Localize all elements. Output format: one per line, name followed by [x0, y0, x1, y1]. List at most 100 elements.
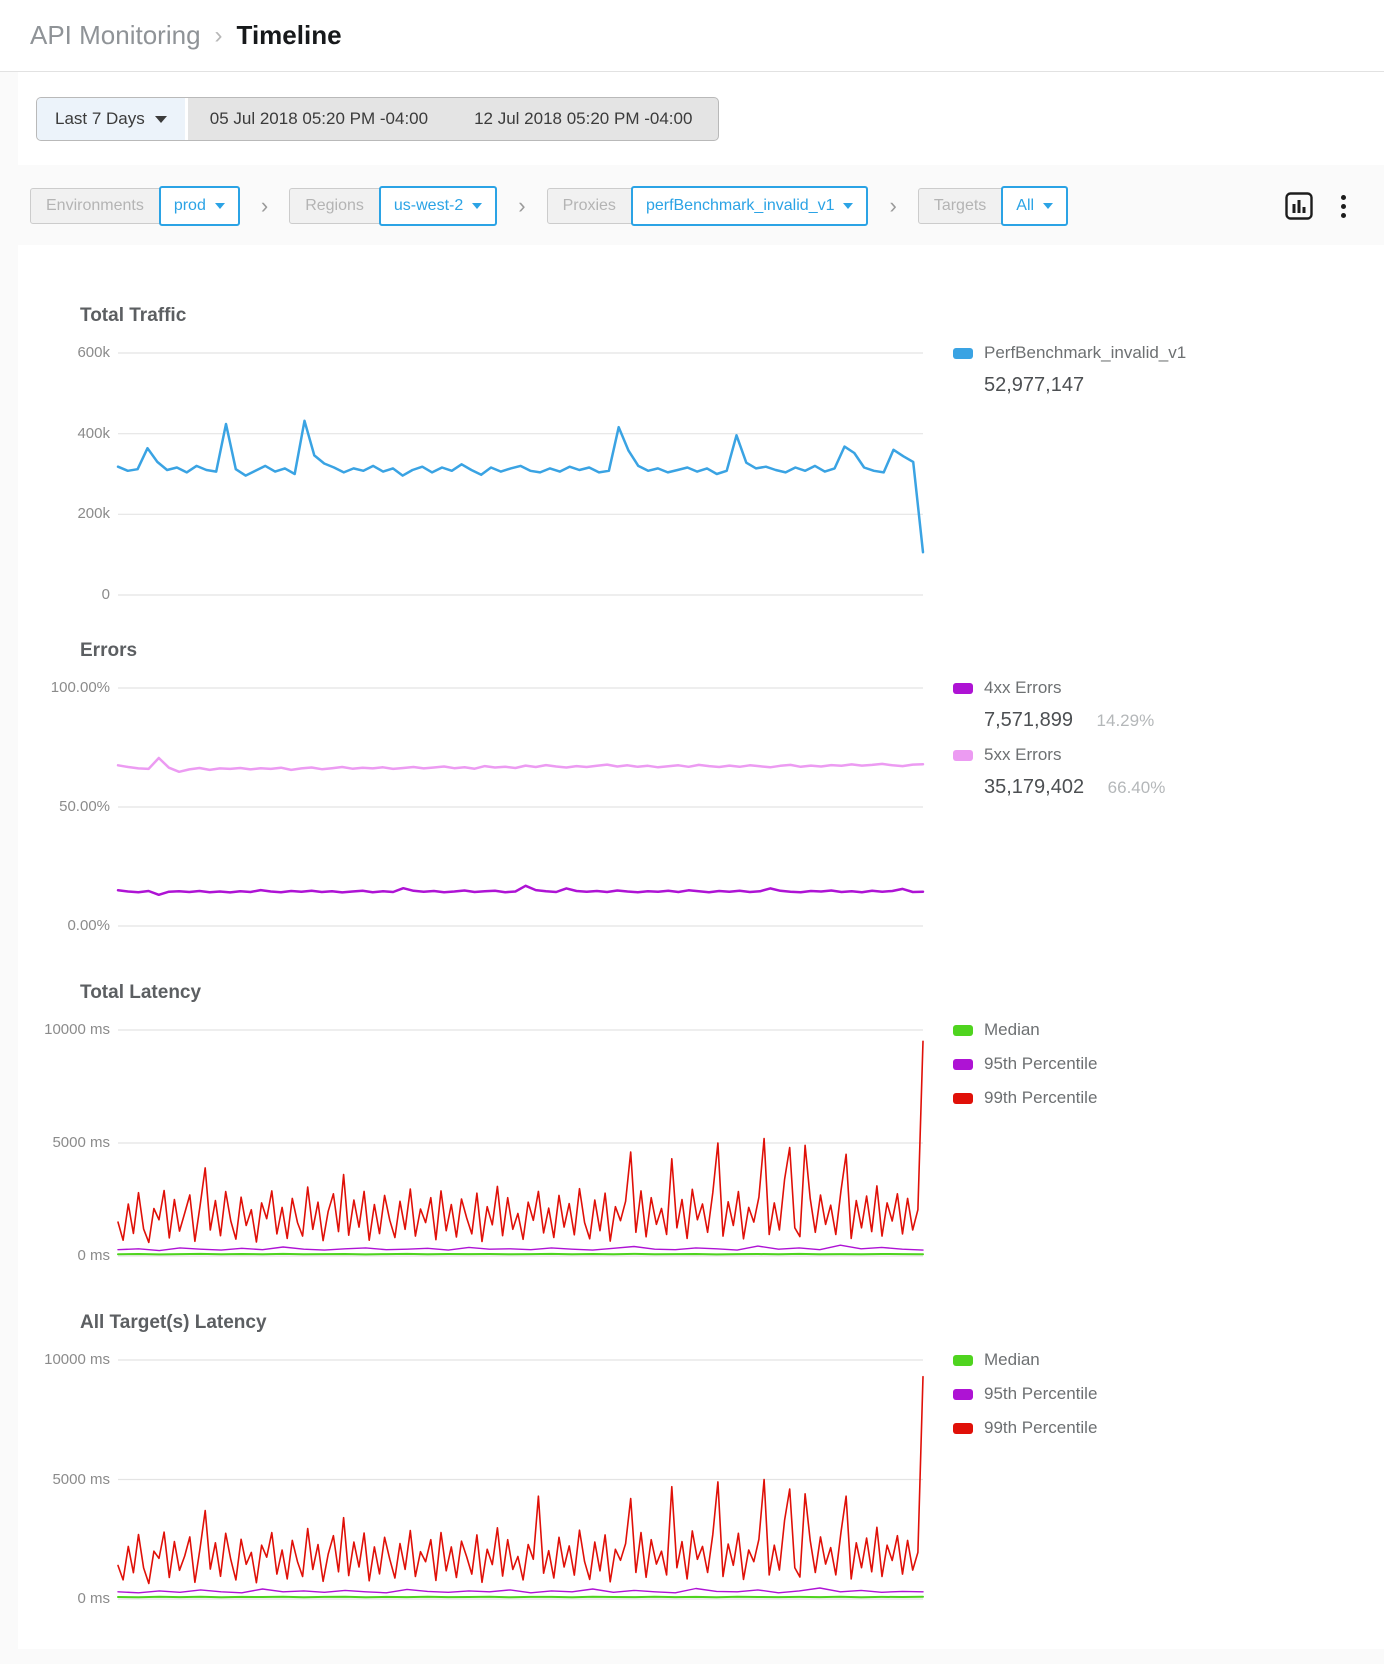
legend-item-median[interactable]: Median — [953, 1349, 1097, 1371]
y-tick: 10000 ms — [44, 1021, 110, 1038]
filter-group-proxies: Proxies perfBenchmark_invalid_v1 — [547, 186, 869, 226]
legend-label: Median — [984, 1350, 1040, 1370]
targets-label: Targets — [918, 188, 1002, 224]
y-tick: 0 — [102, 586, 110, 603]
proxies-value: perfBenchmark_invalid_v1 — [646, 197, 835, 215]
legend-label: PerfBenchmark_invalid_v1 — [984, 343, 1186, 363]
total-latency-plot-area[interactable] — [118, 1030, 923, 1256]
chevron-down-icon — [472, 203, 482, 209]
legend-swatch — [953, 348, 973, 359]
bar-chart-icon[interactable] — [1285, 192, 1313, 220]
targets-dropdown[interactable]: All — [1001, 186, 1068, 226]
all-targets-latency-plot-area[interactable] — [118, 1360, 923, 1599]
all-targets-latency-chart: All Target(s) Latency 10000 ms 5000 ms 0… — [18, 1312, 1384, 1599]
errors-5xx-value: 35,179,402 66.40% — [984, 776, 1165, 799]
proxies-dropdown[interactable]: perfBenchmark_invalid_v1 — [631, 186, 869, 226]
proxies-label: Proxies — [547, 188, 632, 224]
date-range-preset-label: Last 7 Days — [55, 109, 145, 129]
chart-title: All Target(s) Latency — [80, 1312, 1384, 1334]
filter-bar: Environments prod › Regions us-west-2 › … — [0, 165, 1384, 245]
filter-group-environments: Environments prod — [30, 186, 240, 226]
legend-swatch — [953, 1025, 973, 1036]
legend-swatch — [953, 683, 973, 694]
errors-4xx-pct: 14.29% — [1097, 711, 1155, 730]
filter-separator-icon: › — [518, 193, 525, 219]
y-tick: 0 ms — [77, 1590, 110, 1607]
y-tick: 400k — [77, 425, 110, 442]
chart-legend: Median 95th Percentile 99th Percentile — [953, 1349, 1097, 1451]
legend-label: 95th Percentile — [984, 1054, 1097, 1074]
chart-legend: Median 95th Percentile 99th Percentile — [953, 1019, 1097, 1121]
errors-4xx-count: 7,571,899 — [984, 709, 1073, 731]
y-tick: 200k — [77, 505, 110, 522]
legend-swatch — [953, 750, 973, 761]
y-tick: 5000 ms — [52, 1134, 110, 1151]
legend-item-95th[interactable]: 95th Percentile — [953, 1383, 1097, 1405]
chevron-down-icon — [1043, 203, 1053, 209]
legend-label: 99th Percentile — [984, 1088, 1097, 1108]
chart-legend: 4xx Errors 7,571,899 14.29% 5xx Errors 3… — [953, 677, 1165, 811]
regions-label: Regions — [289, 188, 380, 224]
targets-value: All — [1016, 197, 1034, 215]
errors-chart: Errors 100.00% 50.00% 0.00% 4xx Errors 7… — [18, 640, 1384, 926]
chart-title: Total Traffic — [80, 305, 1384, 327]
filter-separator-icon: › — [889, 193, 896, 219]
range-end-date[interactable]: 12 Jul 2018 05:20 PM -04:00 — [474, 109, 692, 129]
errors-4xx-value: 7,571,899 14.29% — [984, 709, 1165, 732]
y-tick: 100.00% — [51, 679, 110, 696]
total-traffic-chart: Total Traffic 600k 400k 200k 0 PerfBench… — [18, 305, 1384, 595]
breadcrumb-section[interactable]: API Monitoring — [30, 20, 201, 51]
page-body: Last 7 Days 05 Jul 2018 05:20 PM -04:00 … — [0, 72, 1384, 1664]
legend-swatch — [953, 1093, 973, 1104]
legend-label: 95th Percentile — [984, 1384, 1097, 1404]
regions-value: us-west-2 — [394, 197, 463, 215]
legend-item-4xx[interactable]: 4xx Errors — [953, 677, 1165, 699]
errors-plot-area[interactable] — [118, 688, 923, 926]
legend-item-95th[interactable]: 95th Percentile — [953, 1053, 1097, 1075]
chevron-down-icon — [215, 203, 225, 209]
legend-item-99th[interactable]: 99th Percentile — [953, 1087, 1097, 1109]
charts-card: Total Traffic 600k 400k 200k 0 PerfBench… — [18, 245, 1384, 1649]
legend-item-proxy[interactable]: PerfBenchmark_invalid_v1 — [953, 342, 1186, 364]
app-header: API Monitoring › Timeline — [0, 0, 1384, 72]
range-start-date[interactable]: 05 Jul 2018 05:20 PM -04:00 — [210, 109, 428, 129]
chart-legend: PerfBenchmark_invalid_v1 52,977,147 — [953, 342, 1186, 409]
y-tick: 10000 ms — [44, 1351, 110, 1368]
page-title: Timeline — [237, 20, 342, 51]
legend-label: Median — [984, 1020, 1040, 1040]
legend-label: 5xx Errors — [984, 745, 1061, 765]
environments-value: prod — [174, 197, 206, 215]
errors-5xx-pct: 66.40% — [1108, 778, 1166, 797]
legend-item-99th[interactable]: 99th Percentile — [953, 1417, 1097, 1439]
errors-5xx-count: 35,179,402 — [984, 776, 1084, 798]
traffic-plot-area[interactable] — [118, 353, 923, 595]
y-tick: 0 ms — [77, 1247, 110, 1264]
chart-title: Errors — [80, 640, 1384, 662]
y-tick: 50.00% — [59, 798, 110, 815]
date-toolbar: Last 7 Days 05 Jul 2018 05:20 PM -04:00 … — [18, 72, 1384, 165]
y-tick: 0.00% — [67, 917, 110, 934]
total-latency-chart: Total Latency 10000 ms 5000 ms 0 ms Medi… — [18, 982, 1384, 1256]
traffic-total-value: 52,977,147 — [984, 374, 1186, 397]
y-tick: 600k — [77, 344, 110, 361]
legend-swatch — [953, 1059, 973, 1070]
date-range-preset-dropdown[interactable]: Last 7 Days — [37, 98, 188, 140]
kebab-menu-icon[interactable] — [1337, 193, 1350, 220]
y-tick: 5000 ms — [52, 1471, 110, 1488]
filter-separator-icon: › — [261, 193, 268, 219]
date-range-values: 05 Jul 2018 05:20 PM -04:00 12 Jul 2018 … — [188, 98, 719, 140]
date-range-control: Last 7 Days 05 Jul 2018 05:20 PM -04:00 … — [36, 97, 719, 141]
regions-dropdown[interactable]: us-west-2 — [379, 186, 497, 226]
environments-dropdown[interactable]: prod — [159, 186, 240, 226]
legend-swatch — [953, 1423, 973, 1434]
environments-label: Environments — [30, 188, 160, 224]
filter-group-regions: Regions us-west-2 — [289, 186, 497, 226]
legend-item-5xx[interactable]: 5xx Errors — [953, 744, 1165, 766]
legend-label: 99th Percentile — [984, 1418, 1097, 1438]
legend-label: 4xx Errors — [984, 678, 1061, 698]
chevron-down-icon — [843, 203, 853, 209]
legend-item-median[interactable]: Median — [953, 1019, 1097, 1041]
chart-title: Total Latency — [80, 982, 1384, 1004]
legend-swatch — [953, 1355, 973, 1366]
chevron-down-icon — [155, 116, 167, 123]
